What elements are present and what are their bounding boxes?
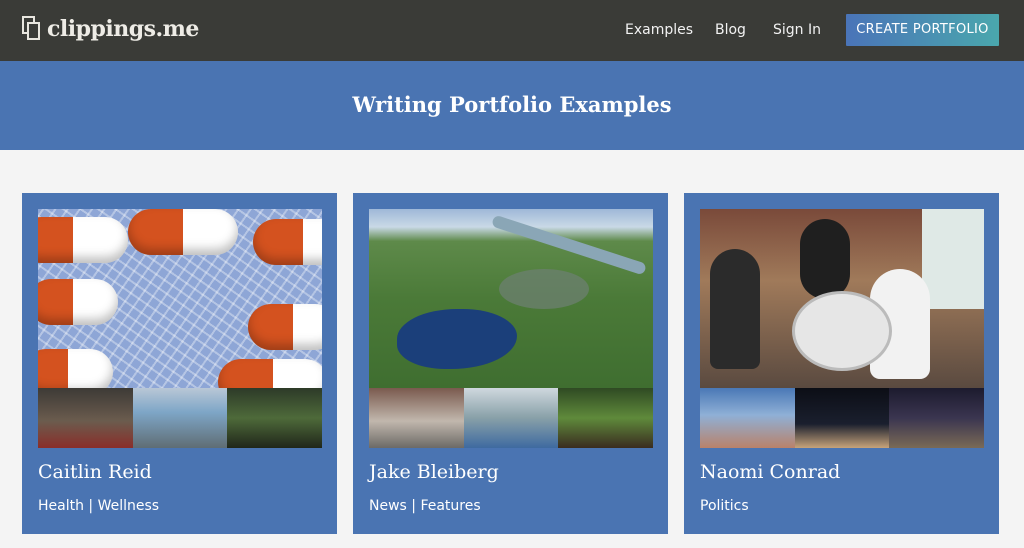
portfolio-card[interactable]: Naomi Conrad Politics (684, 193, 999, 534)
card-tags: Politics (700, 498, 749, 514)
card-thumbnail[interactable] (463, 388, 559, 448)
card-author-name[interactable]: Caitlin Reid (38, 461, 152, 483)
card-thumbnail[interactable] (794, 388, 890, 448)
create-portfolio-button[interactable]: CREATE PORTFOLIO (846, 14, 999, 46)
card-thumbnails (38, 388, 323, 448)
logo-icon (22, 16, 42, 42)
card-main-image[interactable] (369, 209, 653, 388)
card-thumbnails (700, 388, 985, 448)
card-thumbnail[interactable] (700, 388, 795, 448)
nav-link-examples[interactable]: Examples (625, 22, 693, 38)
card-author-name[interactable]: Jake Bleiberg (369, 461, 499, 483)
card-main-image[interactable] (700, 209, 984, 388)
card-thumbnail[interactable] (889, 388, 985, 448)
card-thumbnail[interactable] (369, 388, 464, 448)
card-tags: News | Features (369, 498, 481, 514)
card-thumbnail[interactable] (558, 388, 654, 448)
page-title: Writing Portfolio Examples (352, 92, 672, 117)
card-thumbnail[interactable] (227, 388, 323, 448)
top-navigation-bar: clippings.me Examples Blog Sign In CREAT… (0, 0, 1024, 61)
card-thumbnail[interactable] (132, 388, 228, 448)
card-thumbnail[interactable] (38, 388, 133, 448)
nav-link-blog[interactable]: Blog (715, 22, 746, 38)
logo[interactable]: clippings.me (22, 16, 199, 42)
portfolio-card[interactable]: Jake Bleiberg News | Features (353, 193, 668, 534)
portfolio-card[interactable]: Caitlin Reid Health | Wellness (22, 193, 337, 534)
hero-banner: Writing Portfolio Examples (0, 61, 1024, 150)
card-tags: Health | Wellness (38, 498, 160, 514)
logo-text: clippings.me (47, 16, 199, 42)
card-thumbnails (369, 388, 654, 448)
card-main-image[interactable] (38, 209, 322, 388)
card-author-name[interactable]: Naomi Conrad (700, 461, 840, 483)
nav-link-sign-in[interactable]: Sign In (773, 22, 821, 38)
